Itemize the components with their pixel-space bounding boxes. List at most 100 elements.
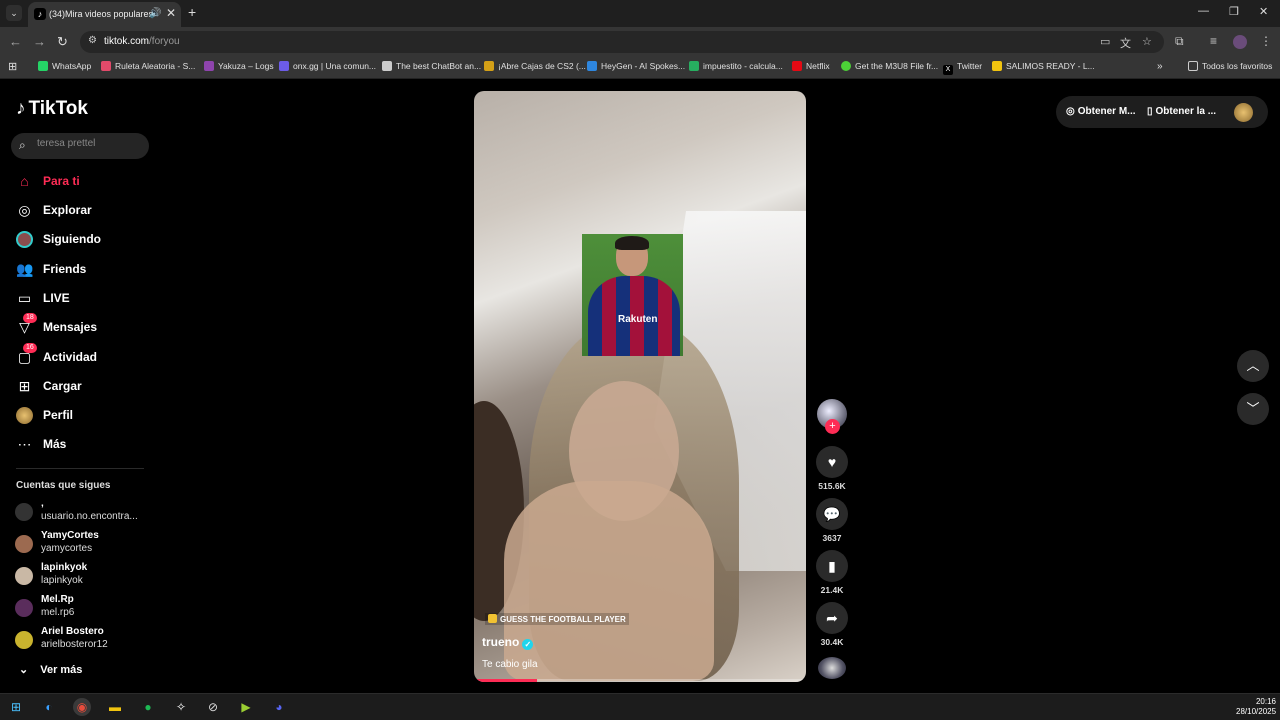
nav-siguiendo[interactable]: Siguiendo [16, 228, 101, 250]
spotify-icon[interactable]: ● [139, 698, 157, 716]
bookmarks-overflow-icon[interactable]: » [1157, 61, 1163, 72]
nav-label: Explorar [43, 203, 92, 217]
bookmark-salimos[interactable]: SALIMOS READY - L... [992, 61, 1095, 71]
app-icon[interactable]: ✧ [172, 698, 190, 716]
nav-label: Friends [43, 262, 87, 276]
address-bar[interactable]: ⚙ tiktok.com/foryou ▭ 文 ☆ [80, 31, 1164, 53]
music-disc-icon[interactable] [818, 657, 846, 679]
nav-perfil[interactable]: Perfil [16, 404, 73, 426]
site-info-icon[interactable]: ⚙ [88, 35, 97, 46]
discord-icon[interactable]: ◕ [270, 698, 288, 716]
activity-icon: ▢ 16 [16, 342, 37, 366]
bookmark-cs2[interactable]: ¡Abre Cajas de CS2 (... [484, 61, 586, 71]
media-player-icon[interactable]: ▶ [237, 698, 255, 716]
save-button[interactable]: ▮ [816, 550, 848, 582]
video-progress-bar[interactable] [474, 679, 806, 682]
video-player[interactable]: Rakuten GUESS THE FOOTBALL PLAYER trueno… [474, 91, 806, 682]
bookmark-onx[interactable]: onx.gg | Una comun... [279, 61, 376, 71]
get-coins-button[interactable]: ◎ Obtener M... [1066, 106, 1136, 117]
restore-icon[interactable]: ❐ [1229, 5, 1239, 18]
nav-cargar[interactable]: ⊞ Cargar [16, 375, 82, 397]
cast-icon[interactable]: ▭ [1100, 35, 1110, 48]
next-video-button[interactable]: ﹀ [1237, 393, 1269, 425]
video-tag[interactable]: GUESS THE FOOTBALL PLAYER [485, 613, 629, 625]
game-icon[interactable]: ⊘ [204, 698, 222, 716]
account-name: Mel.Rp [41, 594, 74, 605]
minimize-icon[interactable]: — [1198, 5, 1209, 17]
search-input[interactable] [37, 138, 142, 149]
more-icon: ⋯ [17, 435, 32, 452]
comment-button[interactable]: 💬 [816, 498, 848, 530]
url-text: tiktok.com/foryou [104, 36, 180, 47]
account-name: lapinkyok [41, 562, 88, 573]
player-hair [615, 236, 649, 250]
tiktok-note-icon: ♪ [16, 98, 26, 119]
friends-icon: 👥 [16, 260, 34, 277]
bookmark-twitter[interactable]: X Twitter [943, 61, 982, 75]
tab-close-icon[interactable]: ✕ [166, 6, 176, 20]
edge-icon[interactable]: ◐ [40, 698, 58, 716]
nav-para-ti[interactable]: ⌂ Para ti [16, 170, 79, 192]
bookmark-icon: ▮ [828, 558, 836, 574]
nav-label: Cargar [43, 379, 82, 393]
speaker-icon[interactable]: 🔊 [149, 8, 161, 19]
account-handle: lapinkyok [41, 575, 83, 586]
tab-search-icon[interactable]: ⌄ [6, 5, 22, 21]
heygen-icon [587, 61, 597, 71]
browser-toolbar: ← → ↻ ⚙ tiktok.com/foryou ▭ 文 ☆ ⧉ ≡ ⋮ [0, 27, 1280, 57]
file-explorer-icon[interactable]: ▬ [106, 698, 124, 716]
phone-icon: ▯ [1147, 106, 1153, 117]
system-clock[interactable]: 20:16 28/10/2025 [1236, 697, 1276, 717]
search-box[interactable]: ⌕ [11, 133, 149, 159]
new-tab-icon[interactable]: + [188, 4, 196, 20]
profile-avatar-icon[interactable] [1233, 35, 1247, 49]
get-app-button[interactable]: ▯ Obtener la ... [1147, 106, 1216, 117]
account-name: YamyCortes [41, 530, 99, 541]
menu-dots-icon[interactable]: ⋮ [1260, 34, 1272, 48]
sidebar-divider [16, 468, 144, 469]
bookmark-star-icon[interactable]: ☆ [1142, 35, 1152, 48]
bookmark-netflix[interactable]: Netflix [792, 61, 830, 71]
nav-friends[interactable]: 👥 Friends [16, 258, 86, 280]
reload-icon[interactable]: ↻ [57, 34, 68, 50]
share-button[interactable]: ➦ [816, 602, 848, 634]
forward-icon[interactable]: → [33, 34, 46, 49]
bookmark-yakuza[interactable]: Yakuza – Logs [204, 61, 274, 71]
bookmark-m3u8[interactable]: Get the M3U8 File fr... [841, 61, 938, 71]
user-avatar[interactable] [1234, 103, 1253, 122]
nav-label: Perfil [43, 408, 74, 422]
avatar [15, 567, 33, 585]
ruleta-icon [101, 61, 111, 71]
windows-start-icon[interactable]: ⊞ [7, 698, 25, 716]
apps-grid-icon[interactable]: ⊞ [8, 60, 17, 73]
avatar [15, 599, 33, 617]
save-count: 21.4K [820, 585, 844, 595]
nav-mas[interactable]: ⋯ Más [16, 433, 67, 455]
bookmark-whatsapp[interactable]: WhatsApp [38, 61, 91, 71]
video-author[interactable]: trueno ✓ [482, 635, 534, 650]
bookmark-chatbot[interactable]: The best ChatBot an... [382, 61, 481, 71]
active-tab[interactable]: ♪ (34)Mira videos populares 🔊 ✕ [28, 2, 181, 27]
bookmark-ruleta[interactable]: Ruleta Aleatoria - S... [101, 61, 195, 71]
nav-live[interactable]: ▭ LIVE [16, 287, 70, 309]
tiktok-logo[interactable]: ♪ TikTok [16, 98, 88, 120]
close-window-icon[interactable]: ✕ [1259, 5, 1268, 18]
follow-plus-icon[interactable]: + [825, 419, 840, 434]
nav-actividad[interactable]: ▢ 16 Actividad [16, 342, 98, 368]
nav-mensajes[interactable]: ▽ 18 Mensajes [16, 312, 97, 338]
media-control-icon[interactable]: ≡ [1210, 34, 1217, 48]
like-button[interactable]: ♥ [816, 446, 848, 478]
football-player-image: Rakuten [582, 234, 683, 356]
extensions-icon[interactable]: ⧉ [1175, 34, 1184, 49]
nav-explorar[interactable]: ◎ Explorar [16, 199, 92, 221]
see-more-button[interactable]: ⌄ Ver más [19, 663, 82, 676]
back-icon[interactable]: ← [9, 34, 22, 49]
nav-label: LIVE [43, 291, 70, 305]
translate-icon[interactable]: 文 [1120, 35, 1131, 51]
nav-label: Actividad [43, 350, 98, 364]
all-bookmarks-folder[interactable]: Todos los favoritos [1188, 61, 1272, 71]
previous-video-button[interactable]: ︿ [1237, 350, 1269, 382]
bookmark-impuestito[interactable]: impuestito - calcula... [689, 61, 783, 71]
chrome-icon[interactable]: ◉ [73, 698, 91, 716]
bookmark-heygen[interactable]: HeyGen - AI Spokes... [587, 61, 685, 71]
